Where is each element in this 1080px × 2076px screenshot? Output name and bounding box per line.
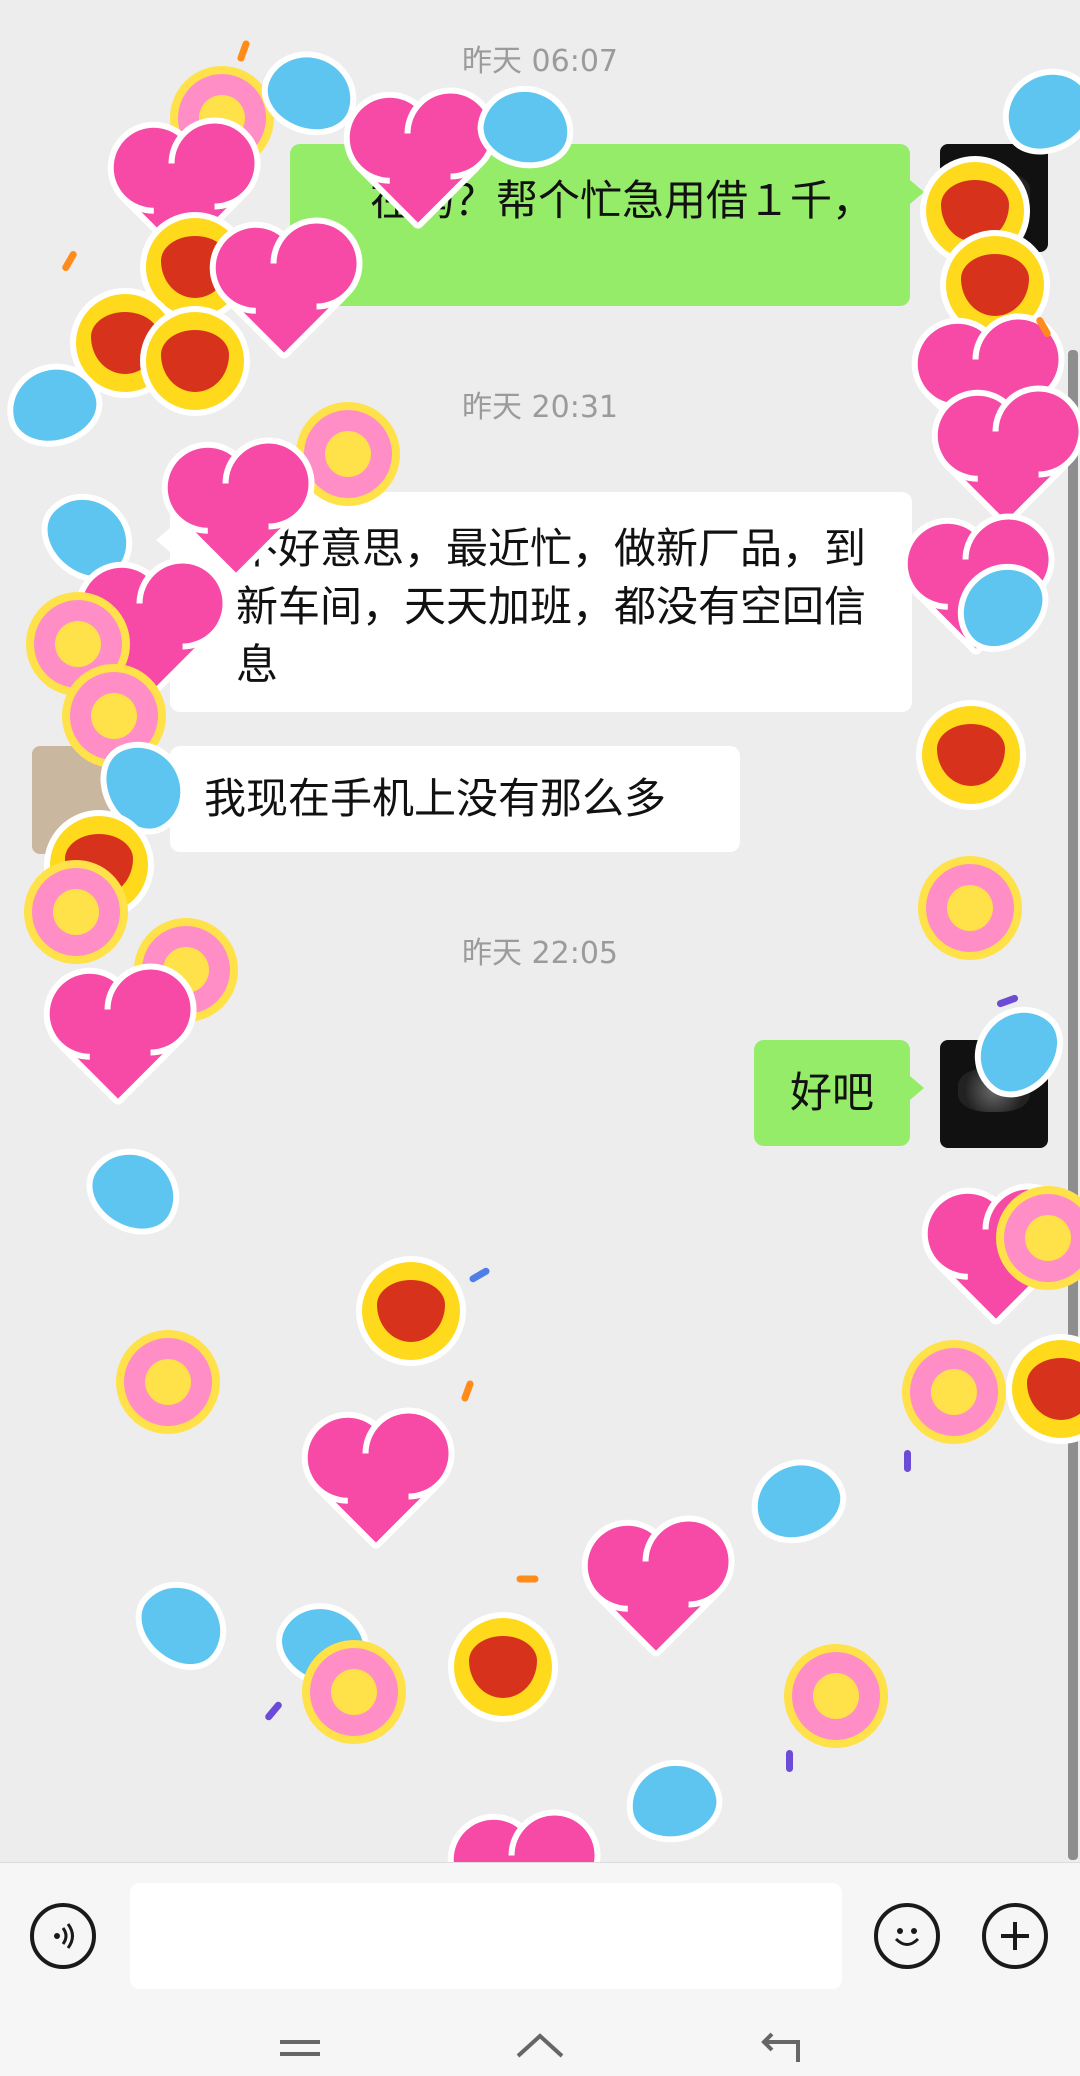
my-avatar[interactable] (940, 1040, 1048, 1148)
timestamp: 昨天 20:31 (462, 390, 618, 425)
emoji-icon (894, 1928, 920, 1946)
message-input[interactable] (130, 1883, 842, 1989)
received-message-bubble[interactable]: 不好意思，最近忙，做新厂品，到新车间，天天加班，都没有空回信息 (156, 492, 912, 712)
timestamp: 昨天 22:05 (462, 936, 618, 971)
back-icon[interactable] (750, 2022, 810, 2062)
my-avatar[interactable] (940, 144, 1048, 252)
timestamp: 昨天 06:07 (462, 44, 618, 79)
message-text: 好吧 (789, 1068, 874, 1117)
message-text: 我现在手机上没有那么多 (204, 774, 667, 823)
sent-message-bubble[interactable]: 好吧 (754, 1040, 924, 1146)
voice-button[interactable] (30, 1903, 96, 1969)
message-text: 不好意思，最近忙，做新厂品，到新车间，天天加班，都没有空回信息 (236, 524, 867, 689)
plus-icon (1001, 1922, 1029, 1950)
message-text: 在吗？帮个忙急用借１千， (370, 176, 875, 225)
scrollbar[interactable] (1068, 350, 1078, 1860)
menu-icon[interactable] (270, 2022, 330, 2062)
more-button[interactable] (982, 1903, 1048, 1969)
home-icon[interactable] (510, 2022, 570, 2062)
emoji-button[interactable] (874, 1903, 940, 1969)
voice-icon (54, 1923, 74, 1949)
contact-avatar[interactable] (32, 746, 140, 854)
sent-message-bubble[interactable]: 在吗？帮个忙急用借１千， (290, 144, 924, 306)
chat-input-bar (0, 1862, 1080, 2013)
system-nav-bar (0, 2012, 1080, 2076)
chat-area[interactable]: 昨天 06:07 在吗？帮个忙急用借１千， 昨天 20:31 不好意思，最近忙，… (0, 0, 1080, 1860)
received-message-bubble[interactable]: 我现在手机上没有那么多 (156, 746, 740, 852)
